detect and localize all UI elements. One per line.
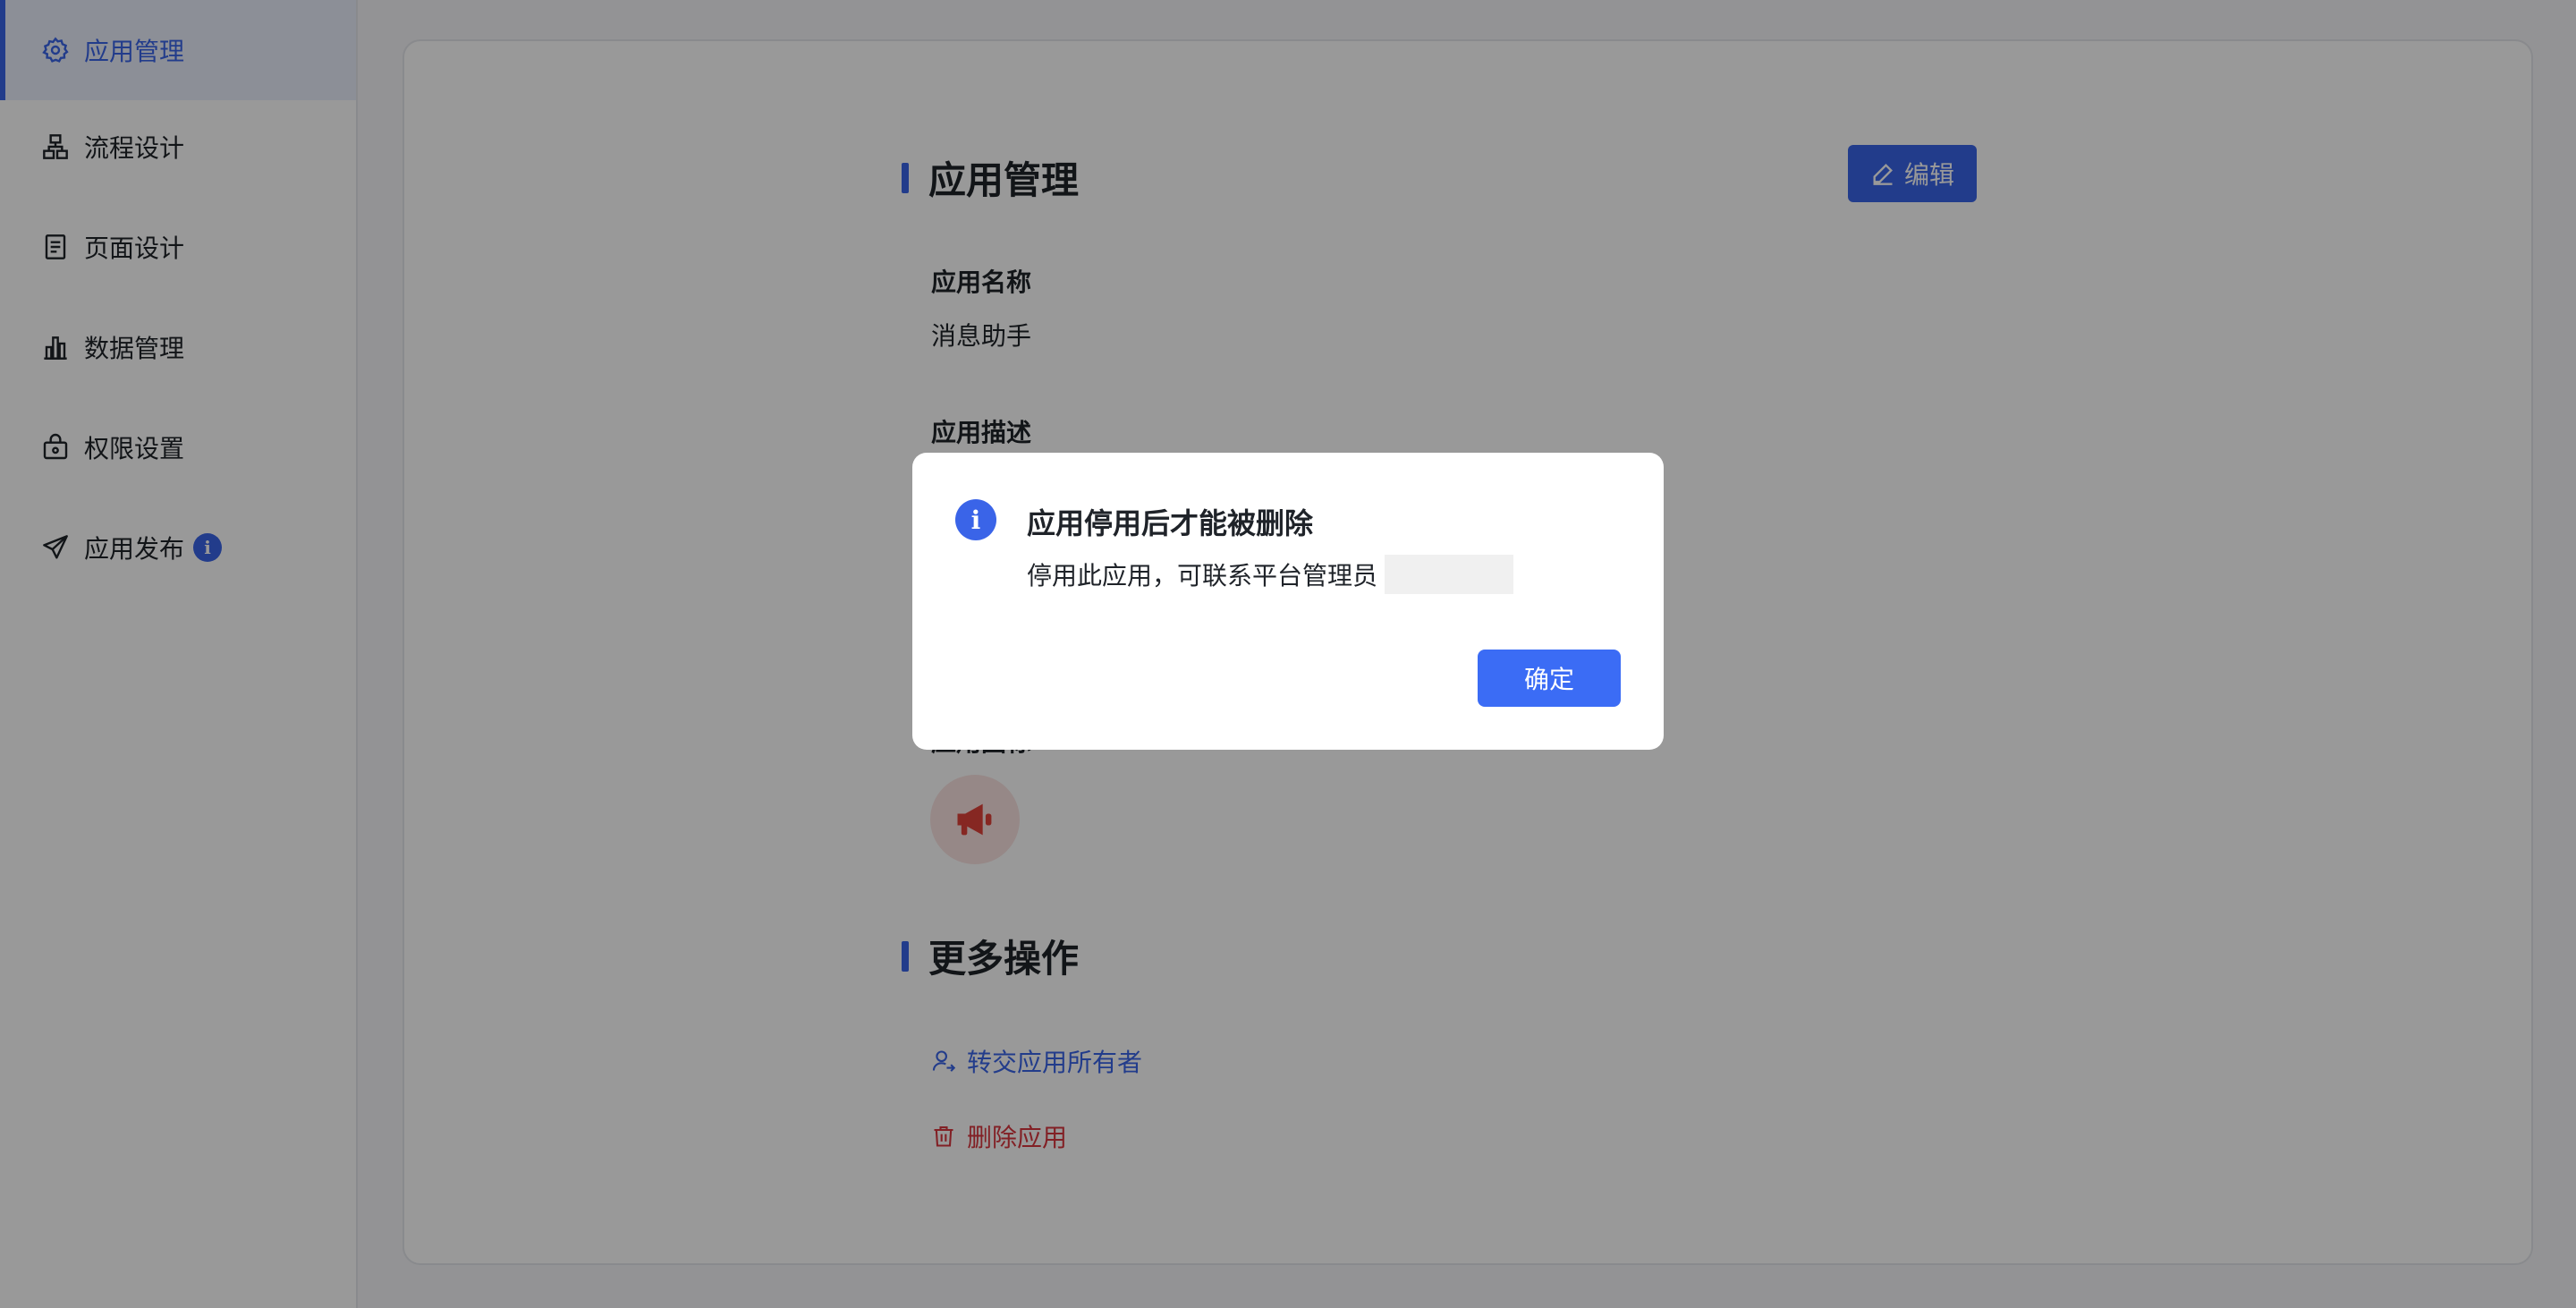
confirm-button[interactable]: 确定 (1478, 650, 1621, 707)
dialog-body: 停用此应用，可联系平台管理员 (1027, 555, 1514, 594)
dialog-body-text: 停用此应用，可联系平台管理员 (1027, 561, 1378, 590)
dialog-title: 应用停用后才能被删除 (1027, 506, 1314, 540)
redacted-admin-name (1385, 555, 1514, 594)
info-icon: i (955, 499, 996, 540)
confirm-dialog: i 应用停用后才能被删除 停用此应用，可联系平台管理员 确定 (912, 453, 1664, 750)
